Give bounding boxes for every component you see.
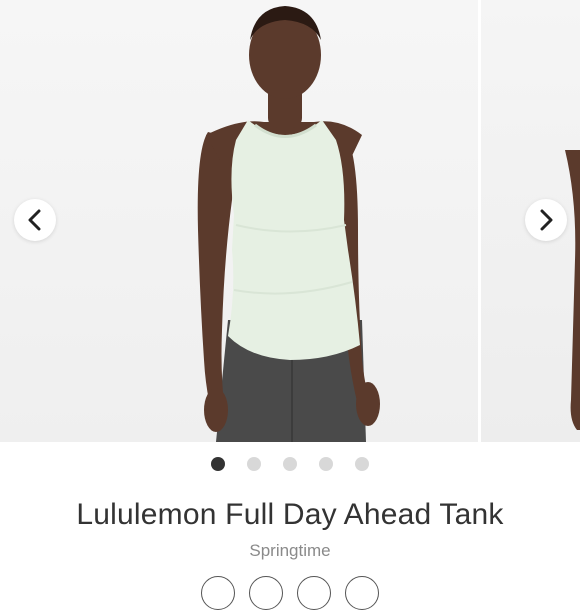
product-color-name: Springtime [249,541,331,560]
carousel-dot[interactable] [211,457,225,471]
color-swatch[interactable] [345,576,379,610]
color-swatch[interactable] [249,576,283,610]
product-photo [197,6,380,442]
product-title: Lululemon Full Day Ahead Tank [76,498,504,531]
color-swatch[interactable] [201,576,235,610]
color-swatch[interactable] [297,576,331,610]
chevron-right-icon [540,209,553,231]
carousel-dot[interactable] [283,457,297,471]
carousel-dot[interactable] [319,457,333,471]
carousel-slide-current [0,0,478,442]
carousel-dot[interactable] [247,457,261,471]
carousel-next-button[interactable] [525,199,567,241]
carousel-dot[interactable] [355,457,369,471]
carousel-prev-button[interactable] [14,199,56,241]
carousel-pagination [0,457,580,473]
product-image-carousel[interactable] [0,0,580,442]
color-swatch-row [0,576,580,610]
chevron-left-icon [28,209,41,231]
